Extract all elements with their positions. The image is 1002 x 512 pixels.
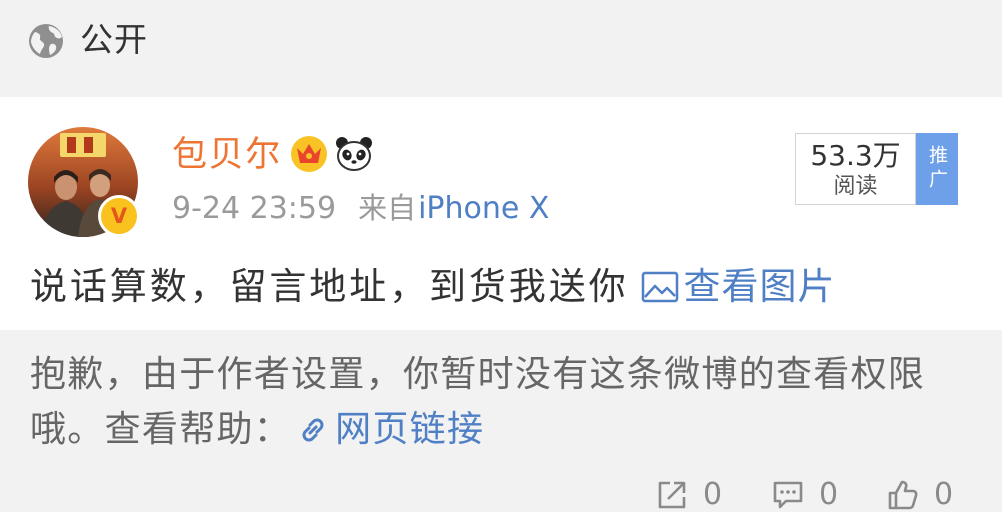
comment-button[interactable]: 0 bbox=[771, 478, 838, 512]
visibility-bar: 公开 bbox=[0, 0, 1002, 97]
verified-badge: V bbox=[98, 195, 140, 237]
read-count-label: 阅读 bbox=[833, 174, 878, 199]
view-image-label: 查看图片 bbox=[683, 265, 836, 308]
promote-label: 推广 bbox=[926, 145, 948, 193]
permission-notice: 抱歉，由于作者设置，你暂时没有这条微博的查看权限 哦。查看帮助： 网页链接 bbox=[0, 330, 1002, 512]
share-count: 0 bbox=[703, 477, 723, 512]
like-button[interactable]: 0 bbox=[886, 478, 953, 512]
like-count: 0 bbox=[934, 477, 954, 512]
web-link-label: 网页链接 bbox=[335, 409, 485, 450]
comment-count: 0 bbox=[819, 477, 839, 512]
notice-line-2: 哦。查看帮助： 网页链接 bbox=[30, 408, 484, 452]
globe-icon bbox=[28, 23, 64, 59]
weibo-post-page: 公开 V 包贝尔 9-24 23:59 来自iPhone X 53.3万 阅读 … bbox=[0, 0, 1002, 512]
post-meta: 9-24 23:59 来自iPhone X bbox=[172, 188, 549, 229]
like-icon bbox=[886, 478, 920, 512]
author-name[interactable]: 包贝尔 bbox=[172, 134, 282, 176]
post-content: 说话算数，留言地址，到货我送你 查看图片 bbox=[30, 265, 836, 309]
image-icon bbox=[641, 270, 679, 304]
notice-line-1: 抱歉，由于作者设置，你暂时没有这条微博的查看权限 bbox=[30, 354, 926, 395]
promote-button[interactable]: 推广 bbox=[916, 133, 958, 205]
view-image-link[interactable]: 查看图片 bbox=[641, 265, 836, 309]
read-count: 53.3万 bbox=[810, 139, 901, 172]
read-count-box: 53.3万 阅读 bbox=[795, 133, 916, 205]
source-link[interactable]: iPhone X bbox=[418, 191, 549, 226]
notice-help-prefix: 哦。查看帮助： bbox=[30, 409, 292, 450]
comment-icon bbox=[771, 478, 805, 512]
crown-icon bbox=[290, 135, 328, 173]
share-icon bbox=[655, 478, 689, 512]
link-icon bbox=[297, 414, 329, 446]
web-link[interactable]: 网页链接 bbox=[297, 408, 484, 452]
post-body: 说话算数，留言地址，到货我送你 bbox=[30, 265, 629, 308]
share-button[interactable]: 0 bbox=[655, 478, 722, 512]
panda-icon bbox=[334, 134, 374, 174]
post-card: V 包贝尔 9-24 23:59 来自iPhone X 53.3万 阅读 推广 … bbox=[0, 97, 1002, 330]
post-time: 9-24 23:59 bbox=[172, 191, 337, 226]
source-prefix: 来自 bbox=[358, 191, 417, 225]
visibility-label: 公开 bbox=[80, 20, 148, 59]
